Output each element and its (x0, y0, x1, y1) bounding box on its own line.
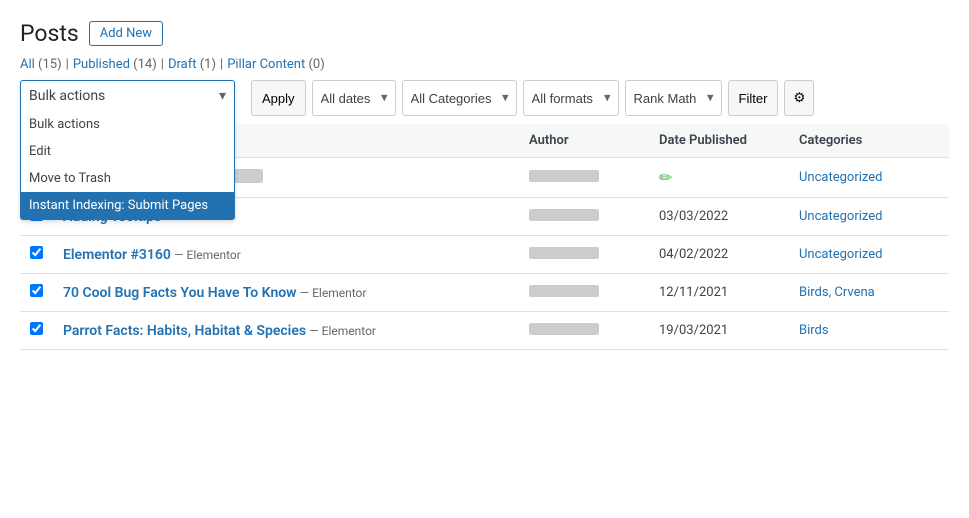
formats-filter-wrapper: All formats (523, 80, 619, 116)
apply-button[interactable]: Apply (251, 80, 306, 116)
author-blurred (529, 323, 599, 335)
row-title-cell: 70 Cool Bug Facts You Have To Know — Ele… (53, 274, 519, 312)
formats-select[interactable]: All formats (523, 80, 619, 116)
published-count: (14) (133, 57, 157, 72)
add-new-button[interactable]: Add New (89, 21, 163, 46)
row-checkbox[interactable] (30, 322, 43, 335)
post-status-filters: All (15) | Published (14) | Draft (1) | … (20, 57, 949, 72)
category-link[interactable]: Uncategorized (799, 170, 882, 185)
author-blurred (529, 285, 599, 297)
row-categories-cell: Birds, Crvena (789, 274, 949, 312)
filter-published-link[interactable]: Published (73, 57, 130, 72)
category-link[interactable]: Uncategorized (799, 209, 882, 224)
row-categories-cell: Uncategorized (789, 198, 949, 236)
row-date-cell: 12/11/2021 (649, 274, 789, 312)
dates-filter-wrapper: All dates (312, 80, 396, 116)
filter-pillar[interactable]: Pillar Content (0) (227, 57, 325, 72)
table-row: Parrot Facts: Habits, Habitat & Species … (20, 312, 949, 350)
filter-draft[interactable]: Draft (1) (168, 57, 216, 72)
filter-draft-link[interactable]: Draft (168, 57, 197, 72)
row-author-cell (519, 158, 649, 198)
row-author-cell (519, 236, 649, 274)
post-title-link[interactable]: Parrot Facts: Habits, Habitat & Species (63, 323, 306, 339)
categories-filter-wrapper: All Categories (402, 80, 517, 116)
pillar-count: (0) (308, 57, 324, 72)
dropdown-item-trash[interactable]: Move to Trash (21, 165, 234, 192)
col-date: Date Published (649, 124, 789, 158)
gear-button[interactable]: ⚙ (784, 80, 814, 116)
sep2: | (161, 57, 164, 72)
author-blurred (529, 209, 599, 221)
category-link[interactable]: Uncategorized (799, 247, 882, 262)
dropdown-item-edit[interactable]: Edit (21, 138, 234, 165)
rank-math-filter-wrapper: Rank Math (625, 80, 722, 116)
post-title-link[interactable]: Elementor #3160 (63, 247, 171, 263)
col-author: Author (519, 124, 649, 158)
edit-pencil-icon: ✏ (659, 168, 672, 187)
filter-pillar-link[interactable]: Pillar Content (227, 57, 305, 72)
author-blurred (529, 247, 599, 259)
sep1: | (66, 57, 69, 72)
row-date-cell: 03/03/2022 (649, 198, 789, 236)
post-subtitle: — Elementor (174, 248, 241, 262)
row-author-cell (519, 274, 649, 312)
row-author-cell (519, 198, 649, 236)
table-row: 70 Cool Bug Facts You Have To Know — Ele… (20, 274, 949, 312)
bulk-actions-dropdown[interactable]: Bulk actions Bulk actions Edit Move to T… (20, 80, 235, 220)
row-checkbox[interactable] (30, 284, 43, 297)
row-categories-cell: Uncategorized (789, 236, 949, 274)
dropdown-item-instant-indexing[interactable]: Instant Indexing: Submit Pages (21, 192, 234, 219)
row-checkbox-cell (20, 274, 53, 312)
row-checkbox-cell (20, 312, 53, 350)
post-subtitle: — Elementor (309, 324, 376, 338)
col-categories: Categories (789, 124, 949, 158)
table-row: Elementor #3160 — Elementor 04/02/2022 U… (20, 236, 949, 274)
draft-count: (1) (200, 57, 216, 72)
filter-all-link[interactable]: All (20, 57, 35, 72)
page-title: Posts (20, 20, 79, 47)
row-title-cell: Elementor #3160 — Elementor (53, 236, 519, 274)
row-date-cell: ✏ (649, 158, 789, 198)
sep3: | (220, 57, 223, 72)
dates-select[interactable]: All dates (312, 80, 396, 116)
row-title-cell: Parrot Facts: Habits, Habitat & Species … (53, 312, 519, 350)
category-link[interactable]: Birds (799, 323, 829, 338)
row-checkbox-cell (20, 236, 53, 274)
row-categories-cell: Uncategorized (789, 158, 949, 198)
all-count: (15) (38, 57, 62, 72)
category-link[interactable]: Birds, Crvena (799, 285, 875, 300)
post-subtitle: — Elementor (300, 286, 367, 300)
tablenav: Bulk actions Bulk actions Edit Move to T… (20, 80, 949, 116)
row-date-cell: 04/02/2022 (649, 236, 789, 274)
row-categories-cell: Birds (789, 312, 949, 350)
filter-all[interactable]: All (15) (20, 57, 62, 72)
post-title-link[interactable]: 70 Cool Bug Facts You Have To Know (63, 285, 297, 301)
author-blurred (529, 170, 599, 182)
filter-button[interactable]: Filter (728, 80, 779, 116)
bulk-actions-header[interactable]: Bulk actions (21, 81, 234, 111)
dropdown-item-bulk[interactable]: Bulk actions (21, 111, 234, 138)
row-checkbox[interactable] (30, 246, 43, 259)
row-date-cell: 19/03/2021 (649, 312, 789, 350)
filter-published[interactable]: Published (14) (73, 57, 157, 72)
categories-select[interactable]: All Categories (402, 80, 517, 116)
gear-icon: ⚙ (793, 90, 805, 106)
row-author-cell (519, 312, 649, 350)
rank-math-select[interactable]: Rank Math (625, 80, 722, 116)
